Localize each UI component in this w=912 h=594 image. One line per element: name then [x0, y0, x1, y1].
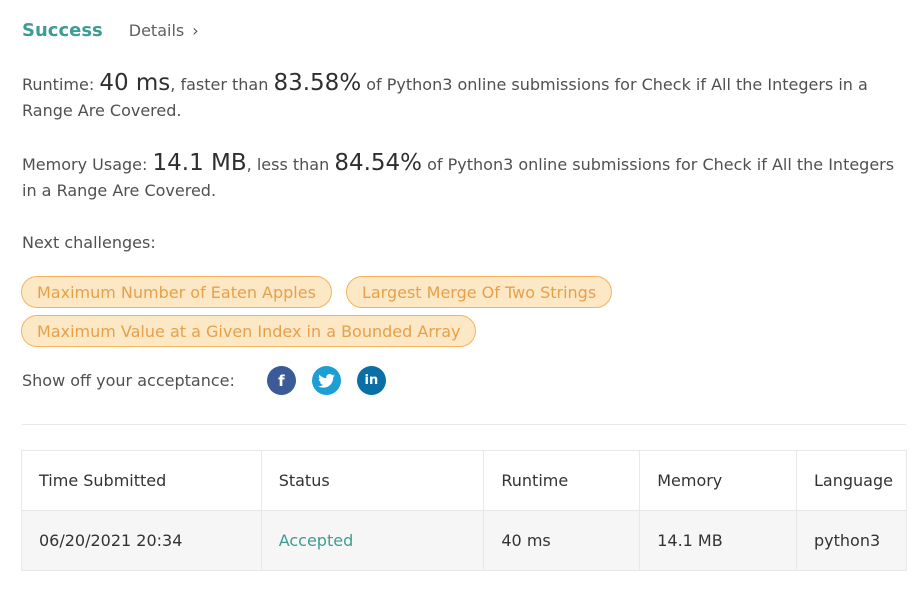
header-language: Language: [796, 450, 907, 511]
divider: [22, 424, 906, 425]
memory-compare-text: , less than: [246, 155, 330, 174]
challenge-chip[interactable]: Maximum Value at a Given Index in a Boun…: [21, 315, 477, 347]
details-label: Details: [128, 21, 185, 40]
share-label: Show off your acceptance:: [22, 371, 235, 390]
cell-runtime: 40 ms: [483, 510, 641, 571]
runtime-label: Runtime:: [22, 75, 95, 94]
challenge-chip[interactable]: Maximum Number of Eaten Apples: [21, 276, 332, 308]
table-header-row: Time Submitted Status Runtime Memory Lan…: [21, 450, 907, 511]
runtime-compare-text: , faster than: [170, 75, 269, 94]
header-time-submitted: Time Submitted: [21, 450, 262, 511]
cell-status: Accepted: [260, 510, 485, 571]
memory-summary: Memory Usage: 14.1 MB, less than 84.54% …: [22, 150, 902, 204]
header-status: Status: [260, 450, 485, 511]
cell-time-submitted: 06/20/2021 20:34: [21, 510, 262, 571]
linkedin-icon[interactable]: in: [356, 366, 386, 395]
result-header: Success Details ›: [22, 20, 199, 41]
challenge-chip[interactable]: Largest Merge Of Two Strings: [345, 276, 613, 308]
chevron-right-icon: ›: [192, 21, 199, 40]
cell-language: python3: [796, 510, 907, 571]
header-memory: Memory: [639, 450, 798, 511]
memory-percentile: 84.54%: [334, 150, 423, 176]
twitter-icon[interactable]: [311, 366, 341, 395]
twitter-bird-glyph: [317, 373, 335, 388]
cell-memory: 14.1 MB: [639, 510, 798, 571]
runtime-percentile: 83.58%: [273, 70, 362, 96]
header-runtime: Runtime: [483, 450, 641, 511]
table-row: 06/20/2021 20:34 Accepted 40 ms 14.1 MB …: [21, 510, 907, 571]
success-status: Success: [22, 20, 103, 41]
memory-label: Memory Usage:: [22, 155, 148, 174]
accepted-status-link[interactable]: Accepted: [279, 531, 354, 550]
runtime-summary: Runtime: 40 ms, faster than 83.58% of Py…: [22, 70, 902, 124]
next-challenges-label: Next challenges:: [22, 233, 156, 252]
share-bar: Show off your acceptance: f in: [22, 366, 402, 395]
submissions-table: Time Submitted Status Runtime Memory Lan…: [21, 450, 907, 571]
submission-result-panel: Success Details › Runtime: 40 ms, faster…: [0, 0, 912, 594]
next-challenges-list: Maximum Number of Eaten Apples Largest M…: [21, 276, 641, 347]
memory-value: 14.1 MB: [152, 150, 247, 176]
facebook-icon[interactable]: f: [266, 366, 296, 395]
details-link[interactable]: Details ›: [129, 21, 199, 40]
runtime-value: 40 ms: [99, 70, 171, 96]
